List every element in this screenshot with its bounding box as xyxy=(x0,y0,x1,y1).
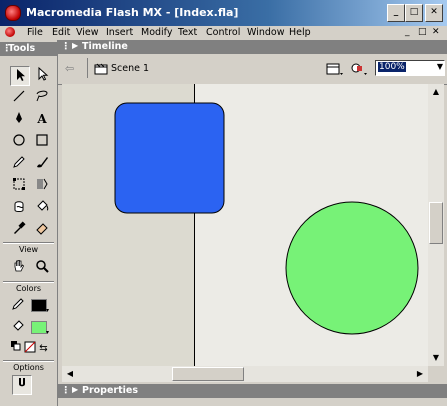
menu-file[interactable]: File xyxy=(27,27,43,38)
edit-scene-icon[interactable] xyxy=(326,61,344,77)
horizontal-scrollbar[interactable]: ◀ ▶ xyxy=(62,366,428,382)
tools-divider xyxy=(3,360,54,362)
menu-control[interactable]: Control xyxy=(206,27,240,38)
expand-arrow-icon[interactable]: ▶ xyxy=(72,41,78,50)
stroke-swatch-arrow-icon: ▾ xyxy=(46,307,50,314)
swap-colors-icon[interactable]: ⇆ xyxy=(37,340,50,358)
default-colors-icon[interactable] xyxy=(9,340,22,358)
text-tool-icon[interactable]: A xyxy=(33,110,51,128)
ink-bottle-tool-icon[interactable] xyxy=(10,198,28,216)
lasso-tool-icon[interactable] xyxy=(33,88,51,106)
editbar-divider xyxy=(87,58,88,78)
timeline-panel-header[interactable]: ⋮ ▶ Timeline xyxy=(58,40,447,54)
zoom-value: 100% xyxy=(378,62,406,72)
pencil-tool-icon[interactable] xyxy=(10,154,28,172)
stroke-color-icon xyxy=(9,296,27,314)
pen-tool-icon[interactable] xyxy=(10,110,28,128)
expand-arrow-icon[interactable]: ▶ xyxy=(72,385,78,394)
menu-edit[interactable]: Edit xyxy=(52,27,70,38)
scroll-up-icon[interactable]: ▲ xyxy=(429,85,443,99)
tools-divider xyxy=(3,242,54,244)
fill-color-swatch[interactable] xyxy=(31,321,47,334)
properties-title: Properties xyxy=(82,385,138,396)
scroll-left-icon[interactable]: ◀ xyxy=(63,367,77,381)
tools-panel-title: Tools xyxy=(8,43,36,54)
flash-app-icon xyxy=(5,5,21,21)
scene-icon xyxy=(94,63,108,75)
menu-text[interactable]: Text xyxy=(178,27,197,38)
view-section-label: View xyxy=(19,245,38,254)
tools-divider xyxy=(3,281,54,283)
edit-symbols-icon[interactable] xyxy=(350,61,368,77)
menu-modify[interactable]: Modify xyxy=(141,27,172,38)
scroll-right-icon[interactable]: ▶ xyxy=(413,367,427,381)
edit-bar: ⇦ Scene 1 100% ▼ xyxy=(58,54,447,85)
eyedropper-tool-icon[interactable] xyxy=(10,220,28,238)
back-arrow-icon[interactable]: ⇦ xyxy=(65,62,74,75)
oval-tool-icon[interactable] xyxy=(10,132,28,150)
vertical-scrollbar[interactable]: ▲ ▼ xyxy=(428,84,444,366)
bottom-strip xyxy=(58,398,447,406)
free-transform-tool-icon[interactable] xyxy=(10,176,28,194)
panel-grip-icon: ⋮ xyxy=(61,385,71,396)
snap-to-objects-icon[interactable] xyxy=(12,375,32,395)
paint-bucket-tool-icon[interactable] xyxy=(33,198,51,216)
green-circle-shape[interactable] xyxy=(285,201,419,335)
menu-help[interactable]: Help xyxy=(289,27,311,38)
timeline-title: Timeline xyxy=(82,41,128,52)
window-title: Macromedia Flash MX - [Index.fla] xyxy=(26,6,239,19)
doc-minimize-button[interactable]: _ xyxy=(405,27,410,37)
maximize-button[interactable]: □ xyxy=(405,4,423,22)
blue-rectangle-shape[interactable] xyxy=(114,102,225,214)
zoom-tool-icon[interactable] xyxy=(33,258,51,276)
properties-panel-header[interactable]: ⋮ ▶ Properties xyxy=(58,384,447,398)
vertical-scroll-thumb[interactable] xyxy=(429,202,443,244)
menu-window[interactable]: Window xyxy=(247,27,284,38)
no-color-icon[interactable] xyxy=(23,340,36,358)
subselection-tool-icon[interactable] xyxy=(33,66,51,84)
arrow-tool-icon[interactable] xyxy=(10,66,30,86)
hand-tool-icon[interactable] xyxy=(10,258,28,276)
menu-insert[interactable]: Insert xyxy=(106,27,133,38)
stage-area[interactable] xyxy=(62,84,428,366)
doc-restore-button[interactable]: □ xyxy=(418,27,427,37)
chevron-down-icon[interactable]: ▼ xyxy=(437,62,443,71)
menu-bar: File Edit View Insert Modify Text Contro… xyxy=(0,26,447,40)
document-icon[interactable] xyxy=(5,27,15,37)
tools-panel-header[interactable]: ⋮ Tools xyxy=(0,42,57,56)
doc-close-button[interactable]: ✕ xyxy=(432,27,440,37)
zoom-select[interactable]: 100% ▼ xyxy=(375,60,445,76)
fill-swatch-arrow-icon: ▾ xyxy=(46,329,50,336)
options-section-label: Options xyxy=(13,363,44,372)
title-bar: Macromedia Flash MX - [Index.fla] _ □ ✕ xyxy=(0,0,447,26)
scene-label[interactable]: Scene 1 xyxy=(111,63,149,74)
tools-panel: ⋮ Tools A View Colors ▾ ▾ ⇆ Options xyxy=(0,40,58,406)
fill-color-icon xyxy=(9,318,27,336)
minimize-button[interactable]: _ xyxy=(387,4,405,22)
horizontal-scroll-thumb[interactable] xyxy=(172,367,244,381)
fill-transform-tool-icon[interactable] xyxy=(33,176,51,194)
eraser-tool-icon[interactable] xyxy=(33,220,51,238)
stroke-color-swatch[interactable] xyxy=(31,299,47,312)
colors-section-label: Colors xyxy=(15,284,42,293)
rectangle-tool-icon[interactable] xyxy=(33,132,51,150)
stage-shapes xyxy=(114,102,419,335)
menu-view[interactable]: View xyxy=(76,27,99,38)
close-button[interactable]: ✕ xyxy=(425,4,443,22)
line-tool-icon[interactable] xyxy=(10,88,28,106)
brush-tool-icon[interactable] xyxy=(33,154,51,172)
panel-grip-icon: ⋮ xyxy=(61,41,71,52)
scroll-down-icon[interactable]: ▼ xyxy=(429,351,443,365)
